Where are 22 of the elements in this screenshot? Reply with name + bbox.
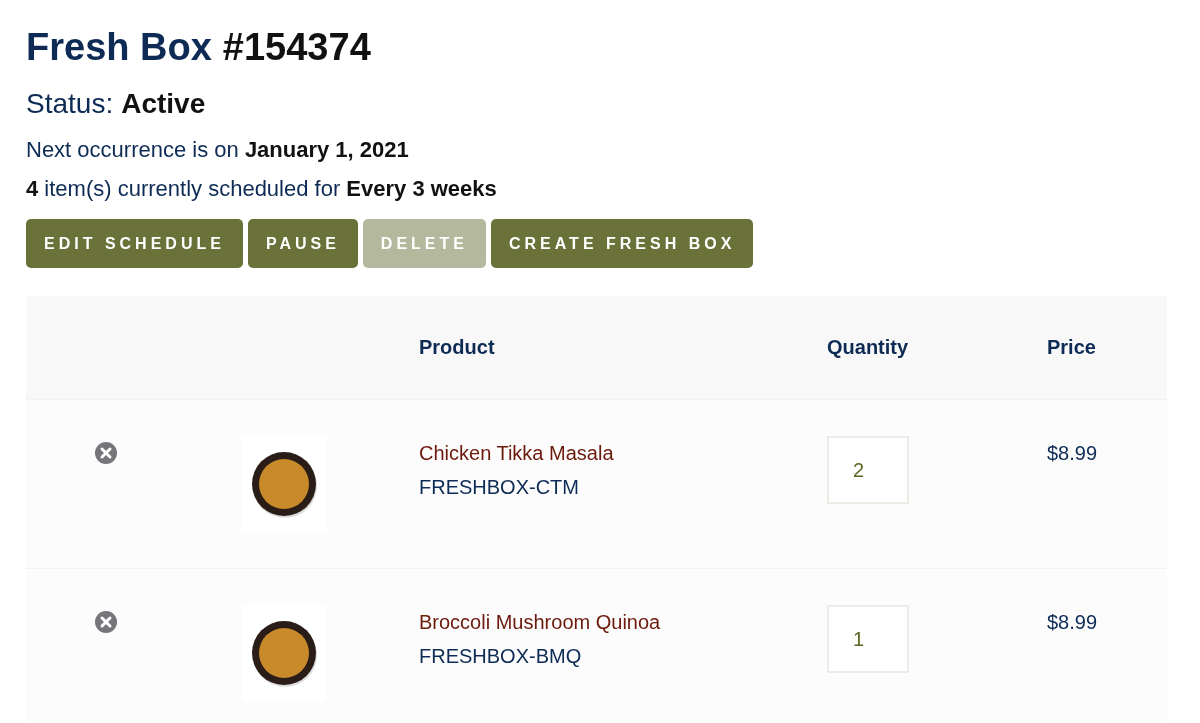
product-link[interactable]: Chicken Tikka Masala (419, 437, 790, 469)
action-button[interactable]: CREATE FRESH BOX (490, 219, 754, 268)
column-header: Quantity (826, 336, 910, 359)
product-sku: FRESHBOX-BMQ (419, 644, 583, 669)
status-value: Active (121, 87, 206, 121)
remove-icon[interactable] (95, 442, 117, 464)
action-button[interactable]: PAUSE (247, 219, 358, 268)
next-occurrence-text: Next occurrence is on January 1, 2021 (26, 136, 410, 164)
column-header: Price (1046, 336, 1097, 359)
action-button[interactable]: EDIT SCHEDULE (26, 219, 243, 268)
product-price: $8.99 (1047, 610, 1099, 635)
remove-icon[interactable] (95, 611, 117, 633)
quantity-field[interactable]: 2 (827, 436, 909, 504)
quantity-field[interactable]: 1 (827, 605, 909, 673)
column-header: Product (418, 336, 496, 359)
product-sku: FRESHBOX-CTM (419, 475, 580, 500)
status-label: Status: (26, 87, 114, 121)
product-link[interactable]: Broccoli Mushroom Quinoa (419, 606, 790, 638)
page-title: Fresh Box (26, 25, 212, 70)
schedule-summary-text: 4 item(s) currently scheduled for Every 3 weeks (26, 175, 498, 203)
product-price: $8.99 (1047, 441, 1099, 466)
box-number: #154374 (222, 25, 371, 70)
